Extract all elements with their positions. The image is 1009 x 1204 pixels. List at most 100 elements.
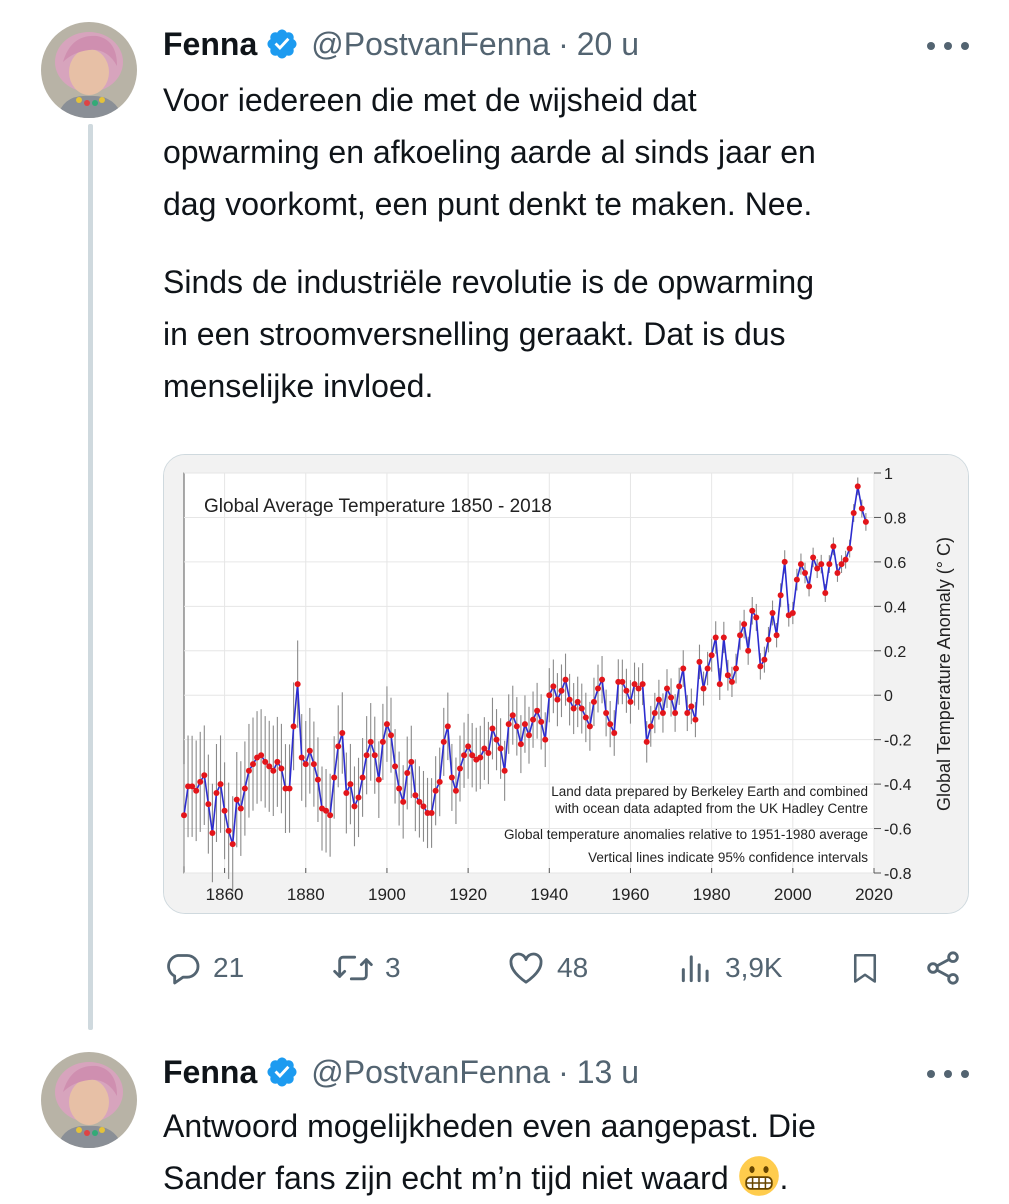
data-point xyxy=(716,681,723,688)
tweet-text-line: menselijke invloed. xyxy=(163,368,434,404)
tweet-text: Voor iedereen die met de wijsheid dat op… xyxy=(163,74,963,412)
views-button[interactable]: 3,9K xyxy=(677,942,783,994)
data-point xyxy=(858,505,865,512)
data-point xyxy=(400,798,407,805)
data-point xyxy=(505,721,512,728)
author-name[interactable]: Fenna xyxy=(163,1054,257,1091)
data-point xyxy=(773,632,780,639)
data-point xyxy=(595,685,601,692)
data-point xyxy=(777,592,784,599)
avatar[interactable] xyxy=(41,1052,137,1148)
retweet-button[interactable]: 3 xyxy=(331,942,401,994)
data-point xyxy=(485,750,492,756)
data-point xyxy=(720,634,727,641)
data-point xyxy=(412,792,419,799)
data-point xyxy=(290,723,297,730)
tweet-timestamp[interactable]: 13 u xyxy=(577,1054,639,1091)
separator-dot: · xyxy=(558,25,569,62)
x-tick-label: 1960 xyxy=(612,885,650,904)
chart-note: with ocean data adapted from the UK Hadl… xyxy=(554,801,868,816)
tweet-text-line: in een stroomversnelling geraakt. Dat is… xyxy=(163,316,786,352)
data-point xyxy=(286,785,293,792)
x-tick-label: 1860 xyxy=(206,885,244,904)
tweet-text: Antwoord mogelijkheden even aangepast. D… xyxy=(163,1100,963,1204)
data-point xyxy=(570,705,577,712)
share-button[interactable] xyxy=(923,942,963,994)
data-point xyxy=(733,665,739,672)
data-point xyxy=(294,681,301,688)
chart-note: Land data prepared by Berkeley Earth and… xyxy=(551,784,868,799)
author-handle[interactable]: @PostvanFenna xyxy=(311,1054,550,1091)
data-point xyxy=(258,752,265,759)
more-options-icon[interactable] xyxy=(927,1064,969,1084)
data-point xyxy=(493,736,500,743)
data-point xyxy=(635,685,642,692)
avatar-image xyxy=(41,22,137,118)
data-point xyxy=(554,696,561,703)
data-point xyxy=(404,770,411,776)
chart-title: Global Average Temperature 1850 - 2018 xyxy=(204,496,552,517)
data-point xyxy=(213,790,220,796)
data-point xyxy=(769,610,776,616)
data-point xyxy=(477,754,484,761)
data-point xyxy=(408,758,415,765)
data-point xyxy=(830,543,837,550)
y-tick-label: 0.8 xyxy=(884,510,906,527)
data-point xyxy=(197,778,204,785)
data-point xyxy=(383,721,390,728)
data-point xyxy=(310,761,317,768)
retweet-icon xyxy=(333,955,373,981)
data-point xyxy=(680,665,687,672)
data-point xyxy=(603,710,610,716)
data-point xyxy=(550,683,557,690)
data-point xyxy=(209,830,216,836)
bookmark-button[interactable] xyxy=(847,942,883,994)
author-name[interactable]: Fenna xyxy=(163,26,257,63)
data-point xyxy=(708,652,715,659)
tweet-text-line: Sinds de industriële revolutie is de opw… xyxy=(163,264,815,300)
data-point xyxy=(530,716,537,723)
data-point xyxy=(432,787,439,794)
data-point xyxy=(237,805,244,812)
data-point xyxy=(241,785,248,792)
data-point xyxy=(688,703,695,710)
tweet-actions: 21 3 48 3,9K xyxy=(163,942,973,994)
data-point xyxy=(647,723,654,730)
data-point xyxy=(457,765,463,772)
data-point xyxy=(704,665,711,672)
data-point xyxy=(814,565,821,572)
data-point xyxy=(846,545,853,552)
data-point xyxy=(221,807,228,814)
data-point xyxy=(834,570,841,576)
y-tick-label: 0.6 xyxy=(884,555,906,572)
author-handle[interactable]: @PostvanFenna xyxy=(311,26,550,63)
data-point xyxy=(274,758,281,765)
tweet-timestamp[interactable]: 20 u xyxy=(577,26,639,63)
data-point xyxy=(655,696,662,703)
data-point xyxy=(712,634,719,641)
data-point xyxy=(728,678,735,685)
avatar[interactable] xyxy=(41,22,137,118)
data-point xyxy=(599,676,606,683)
tweet-media-image[interactable]: 1860 1880 1900 1920 1940 1960 1980 2000 2020 -0.… xyxy=(163,454,969,914)
data-point xyxy=(700,685,707,692)
data-point xyxy=(217,781,224,788)
data-point xyxy=(676,683,683,690)
data-point xyxy=(379,738,386,745)
like-icon xyxy=(509,952,543,984)
more-options-icon[interactable] xyxy=(927,36,969,56)
like-button[interactable]: 48 xyxy=(505,942,588,994)
reply-button[interactable]: 21 xyxy=(163,942,244,994)
data-point xyxy=(623,687,630,694)
data-point xyxy=(761,656,768,663)
data-point xyxy=(233,796,240,803)
like-count: 48 xyxy=(557,952,589,983)
data-point xyxy=(266,763,273,770)
data-point xyxy=(416,798,423,805)
data-point xyxy=(862,518,869,525)
data-point xyxy=(189,783,196,790)
reply-count: 21 xyxy=(213,952,245,983)
data-point xyxy=(838,561,845,568)
x-tick-label: 2020 xyxy=(855,885,893,904)
data-point xyxy=(737,632,744,639)
